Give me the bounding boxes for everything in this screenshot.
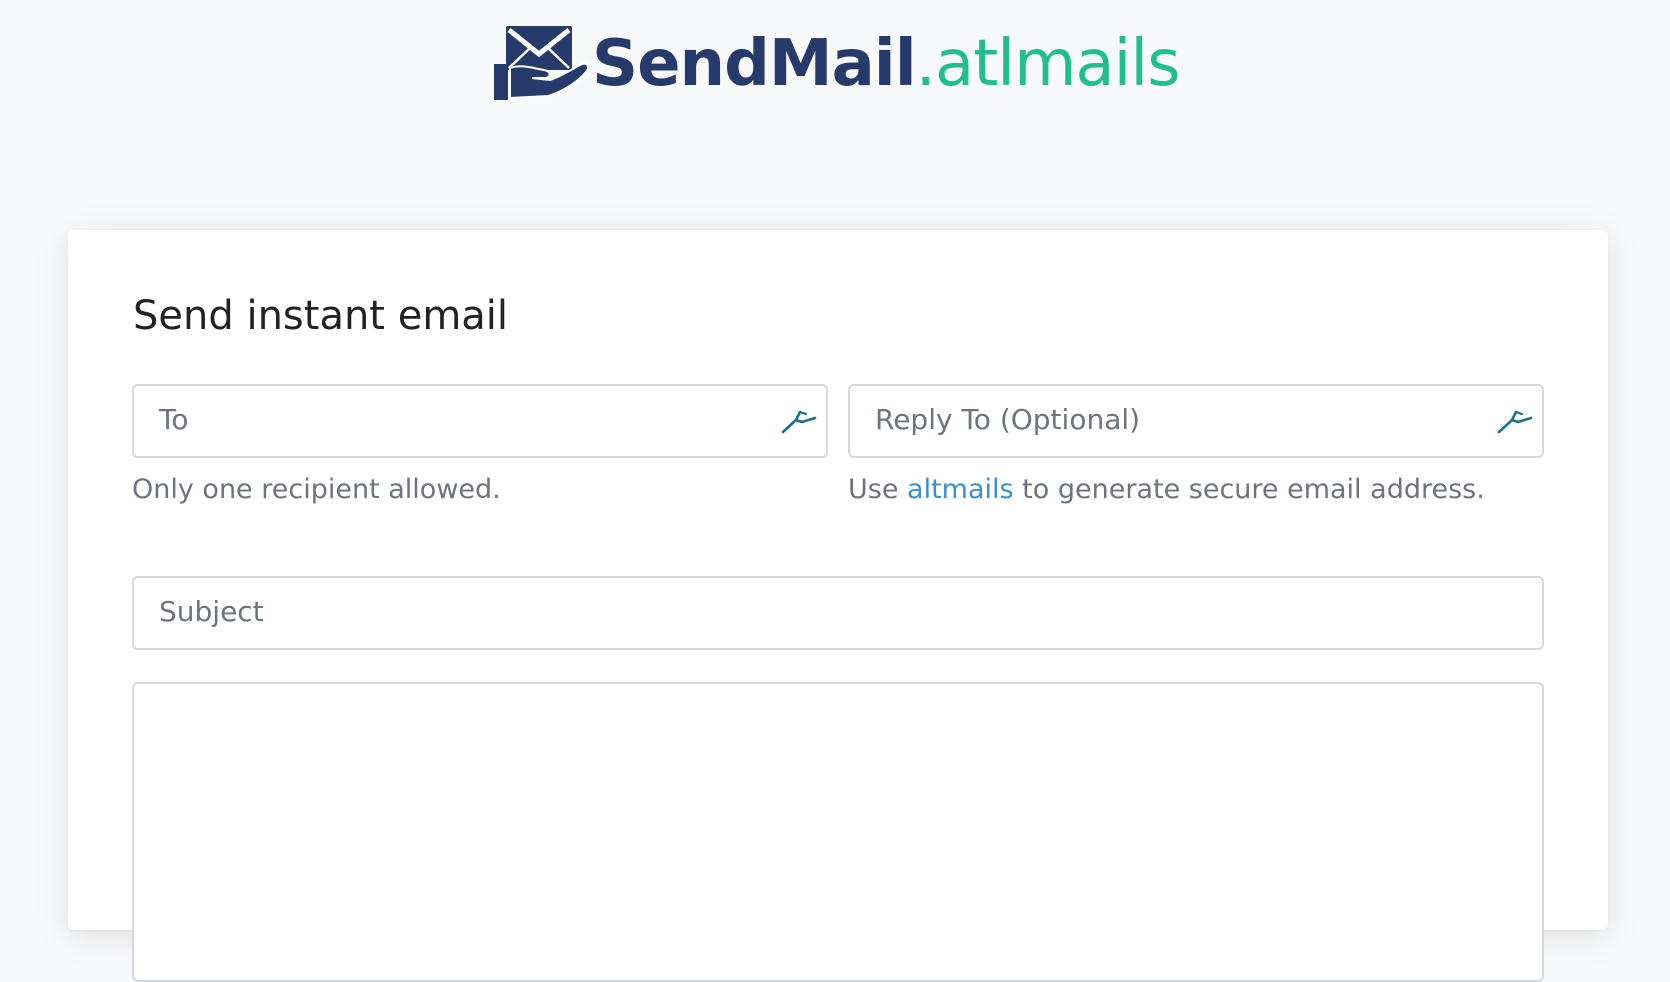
reply-help-suffix: to generate secure email address. [1013, 474, 1485, 505]
reply-to-field[interactable]: Reply To (Optional) [848, 384, 1544, 458]
send-email-card: Send instant email To Only one recipient… [68, 230, 1608, 982]
altmails-link[interactable]: altmails [907, 474, 1014, 505]
reply-help-prefix: Use [848, 474, 908, 505]
message-body-textarea[interactable] [132, 682, 1544, 982]
site-header: SendMail.atlmails [0, 0, 1670, 120]
subject-placeholder: Subject [159, 595, 264, 628]
reply-to-help-text: Use altmails to generate secure email ad… [848, 472, 1485, 508]
reply-to-placeholder: Reply To (Optional) [875, 403, 1141, 436]
envelope-hand-icon [494, 26, 590, 100]
site-logo[interactable]: SendMail.atlmails [492, 24, 1181, 104]
subject-field[interactable]: Subject [132, 576, 1544, 650]
to-field[interactable]: To [132, 384, 828, 458]
to-placeholder: To [159, 403, 189, 436]
autofill-arrow-icon[interactable] [780, 408, 818, 436]
logo-text-secondary: .atlmails [915, 27, 1181, 101]
page-title: Send instant email [133, 293, 509, 339]
to-help-text: Only one recipient allowed. [132, 474, 501, 505]
autofill-arrow-icon[interactable] [1496, 408, 1534, 436]
logo-text-primary: SendMail [592, 27, 917, 101]
logo-wordmark: SendMail.atlmails [592, 24, 1181, 104]
